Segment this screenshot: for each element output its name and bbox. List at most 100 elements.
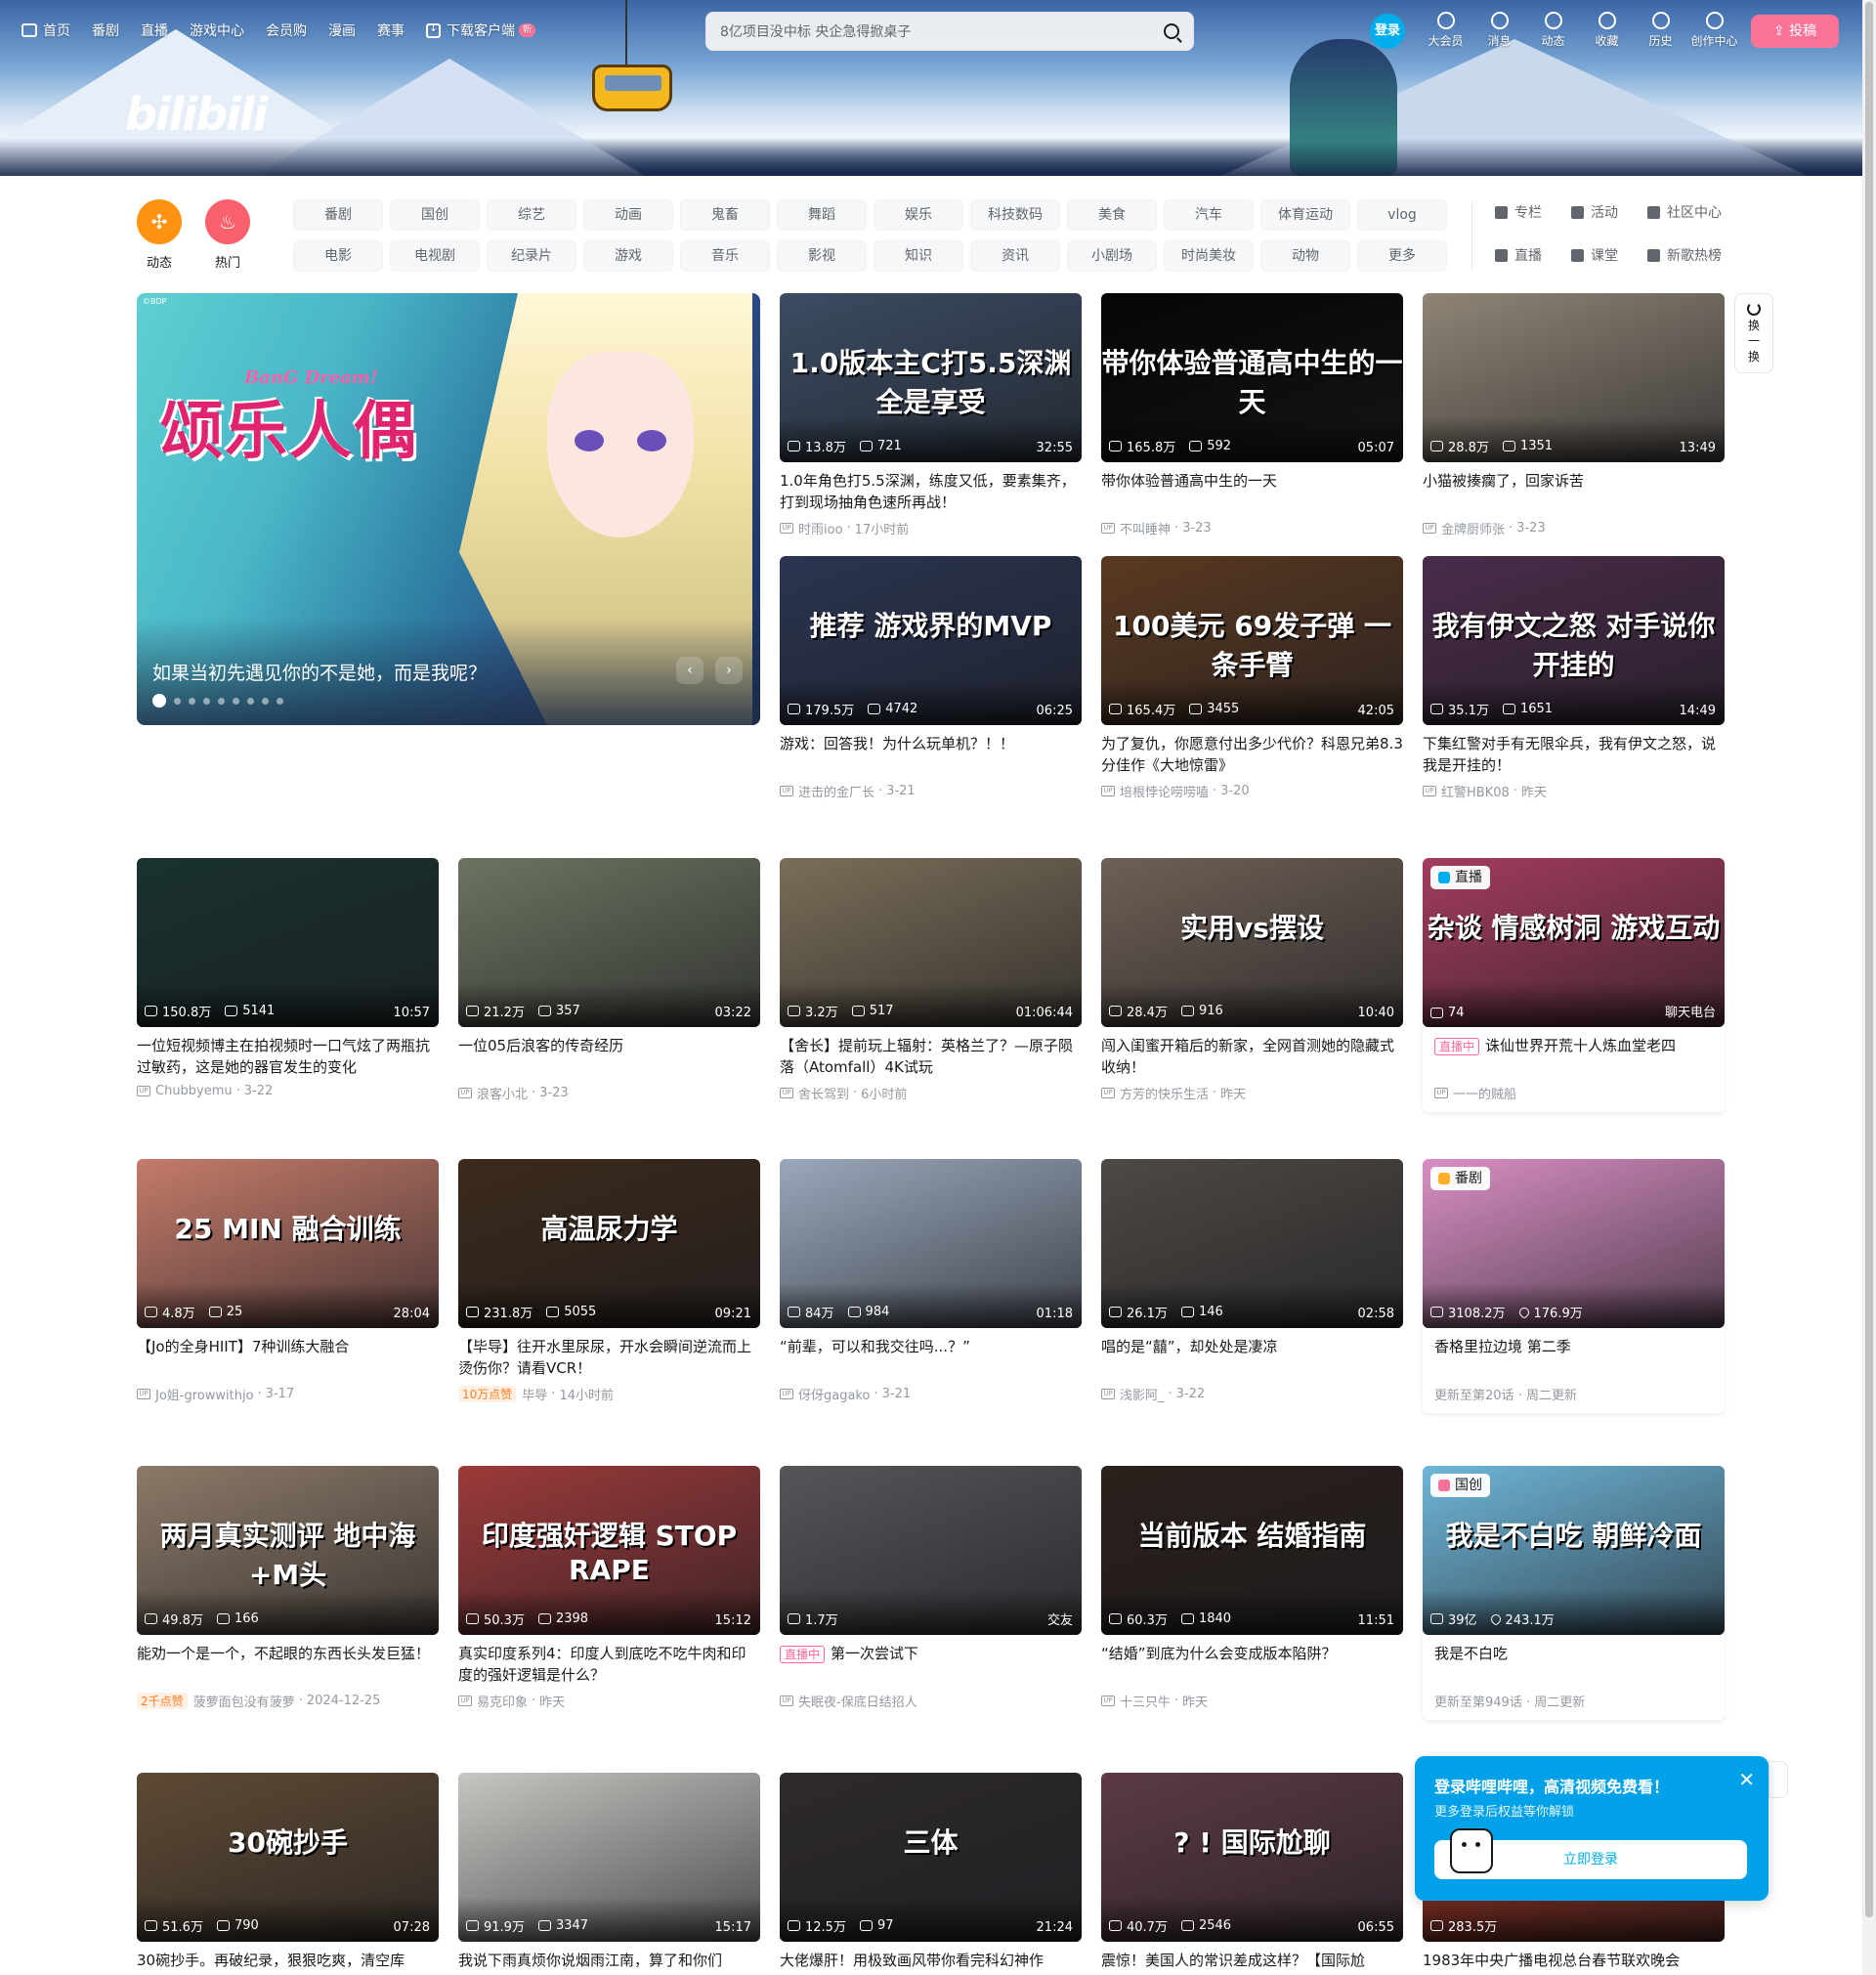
carousel-dot[interactable] xyxy=(247,697,254,705)
video-thumbnail[interactable]: 100美元 69发子弹 一条手臂 165.4万 3455 42:05 xyxy=(1101,556,1403,725)
channel-extra-link[interactable]: 活动 xyxy=(1571,201,1647,223)
carousel-caption[interactable]: 如果当初先遇见你的不是她，而是我呢？ xyxy=(152,659,487,685)
video-card[interactable]: 两月真实测评 地中海+M头 49.8万 166 能劝一个是一个，不起眼的东西长头发巨猛… xyxy=(137,1466,439,1710)
uploader-name[interactable]: 浪客小北 xyxy=(477,1084,528,1102)
uploader-name[interactable]: 红警HBK08 xyxy=(1441,782,1510,800)
uploader-name[interactable]: 伢伢gagako xyxy=(798,1385,870,1403)
video-title[interactable]: 【Jo的全身HIIT】7种训练大融合 xyxy=(137,1336,439,1379)
video-thumbnail[interactable]: 带你体验普通高中生的一天 165.8万 592 05:07 xyxy=(1101,293,1403,462)
channel-chip[interactable]: 舞蹈 xyxy=(777,199,867,231)
video-title[interactable]: 真实印度系列4：印度人到底吃不吃牛肉和印度的强奸逻辑是什么？ xyxy=(458,1643,760,1686)
channel-chip[interactable]: 纪录片 xyxy=(487,240,576,272)
carousel-dot[interactable] xyxy=(152,694,166,708)
channel-chip[interactable]: 时尚美妆 xyxy=(1164,240,1254,272)
video-thumbnail[interactable]: 两月真实测评 地中海+M头 49.8万 166 xyxy=(137,1466,439,1635)
video-card[interactable]: 杂谈 情感树洞 游戏互动 直播 74 聊天电台 直播中 诛仙世界开荒十人炼血堂老四 UP 一一… xyxy=(1423,858,1725,1112)
video-card[interactable]: 推荐 游戏界的MVP 179.5万 4742 06:25 游戏：回答我！为什么玩单机？！… xyxy=(780,556,1082,800)
video-card[interactable]: 84万 984 01:18 “前辈，可以和我交往吗...？” UP 伢伢gagako · … xyxy=(780,1159,1082,1403)
uploader-name[interactable]: 不叫睡神 xyxy=(1120,519,1171,537)
video-thumbnail[interactable]: 25 MIN 融合训练 4.8万 25 28:04 xyxy=(137,1159,439,1328)
video-thumbnail[interactable]: 我有伊文之怒 对手说你开挂的 35.1万 1651 14:49 xyxy=(1423,556,1725,725)
upload-button[interactable]: ⇪ 投稿 xyxy=(1751,15,1839,48)
video-thumbnail[interactable]: 26.1万 146 02:58 xyxy=(1101,1159,1403,1328)
video-thumbnail[interactable]: ? ! 国际尬聊 40.7万 2546 06:55 xyxy=(1101,1773,1403,1942)
nav-game-center[interactable]: 游戏中心 xyxy=(190,21,244,40)
search-input[interactable] xyxy=(720,21,1130,44)
video-title[interactable]: 直播中 第一次尝试下 xyxy=(780,1643,1082,1686)
video-title[interactable]: 【舍长】提前玩上辐射：英格兰了？—原子陨落（Atomfall）4K试玩 xyxy=(780,1035,1082,1078)
video-thumbnail[interactable]: 28.8万 1351 13:49 xyxy=(1423,293,1725,462)
bilibili-logo[interactable]: bilibili xyxy=(125,88,268,141)
nav-dynamic[interactable]: 动态 xyxy=(1526,12,1580,49)
channel-chip[interactable]: 小剧场 xyxy=(1067,240,1157,272)
video-thumbnail[interactable]: 1.7万 交友 xyxy=(780,1466,1082,1635)
close-icon[interactable]: ✕ xyxy=(1738,1768,1755,1791)
channel-chip[interactable]: 游戏 xyxy=(583,240,673,272)
nav-message[interactable]: 消息 xyxy=(1472,12,1526,49)
side-float-button[interactable] xyxy=(1769,1761,1788,1798)
video-title[interactable]: 我是不白吃 xyxy=(1423,1643,1725,1686)
channel-chip[interactable]: 鬼畜 xyxy=(680,199,770,231)
video-card[interactable]: 番剧 3108.2万 176.9万 香格里拉边境 第二季 更新至第20话 · 周二更新 xyxy=(1423,1159,1725,1413)
channel-hot-button[interactable]: ♨ xyxy=(205,199,250,244)
video-card[interactable]: 实用vs摆设 28.4万 916 10:40 闯入闺蜜开箱后的新家，全网首测她的隐藏式收… xyxy=(1101,858,1403,1102)
video-title[interactable]: 唱的是“囍”，却处处是凄凉 xyxy=(1101,1336,1403,1379)
carousel-dot[interactable] xyxy=(218,697,225,705)
uploader-name[interactable]: Chubbyemu xyxy=(155,1084,233,1098)
video-title[interactable]: 闯入闺蜜开箱后的新家，全网首测她的隐藏式收纳！ xyxy=(1101,1035,1403,1078)
video-title[interactable]: 【毕导】往开水里尿尿，开水会瞬间逆流而上烫伤你？请看VCR！ xyxy=(458,1336,760,1379)
channel-chip[interactable]: 娱乐 xyxy=(874,199,963,231)
channel-more-button[interactable]: 更多 xyxy=(1357,240,1447,272)
video-thumbnail[interactable]: 30碗抄手 51.6万 790 07:28 xyxy=(137,1773,439,1942)
video-title[interactable]: 我说下雨真烦你说烟雨江南，算了和你们 xyxy=(458,1950,760,1975)
login-avatar-button[interactable]: 登录 xyxy=(1370,14,1405,49)
featured-carousel[interactable]: ©BDP BanG Dream! 颂乐人偶 如果当初先遇见你的不是她，而是我呢？… xyxy=(137,293,760,725)
channel-extra-link[interactable]: 课堂 xyxy=(1571,244,1647,266)
video-thumbnail[interactable]: 三体 12.5万 97 21:24 xyxy=(780,1773,1082,1942)
video-title[interactable]: 直播中 诛仙世界开荒十人炼血堂老四 xyxy=(1423,1035,1725,1078)
video-title[interactable]: 震惊！美国人的常识差成这样？【国际尬 xyxy=(1101,1950,1403,1975)
video-card[interactable]: 1.0版本主C打5.5深渊 全是享受 13.8万 721 32:55 1.0年角色打5.… xyxy=(780,293,1082,537)
video-card[interactable]: 150.8万 5141 10:57 一位短视频博主在拍视频时一口气炫了两瓶抗过敏药，这… xyxy=(137,858,439,1098)
uploader-name[interactable]: Jo姐-growwithjo xyxy=(155,1385,254,1403)
carousel-next-button[interactable]: › xyxy=(715,657,743,684)
video-card[interactable]: 我有伊文之怒 对手说你开挂的 35.1万 1651 14:49 下集红警对手有无限伞兵，… xyxy=(1423,556,1725,800)
channel-chip[interactable]: 资讯 xyxy=(970,240,1060,272)
channel-chip[interactable]: 番剧 xyxy=(293,199,383,231)
uploader-name[interactable]: 时雨ioo xyxy=(798,519,843,537)
video-card[interactable]: 91.9万 3347 15:17 我说下雨真烦你说烟雨江南，算了和你们 xyxy=(458,1773,760,1975)
channel-chip[interactable]: 综艺 xyxy=(487,199,576,231)
nav-live[interactable]: 直播 xyxy=(141,21,168,40)
video-title[interactable]: 一位短视频博主在拍视频时一口气炫了两瓶抗过敏药，这是她的器官发生的变化 xyxy=(137,1035,439,1078)
nav-manga[interactable]: 漫画 xyxy=(328,21,356,40)
search-icon[interactable] xyxy=(1164,23,1179,39)
video-title[interactable]: 游戏：回答我！为什么玩单机？！！ xyxy=(780,733,1082,776)
video-card[interactable]: 25 MIN 融合训练 4.8万 25 28:04 【Jo的全身HIIT】7种训练大融合… xyxy=(137,1159,439,1403)
video-title[interactable]: “结婚”到底为什么会变成版本陷阱？ xyxy=(1101,1643,1403,1686)
video-card[interactable]: 高温尿力学 231.8万 5055 09:21 【毕导】往开水里尿尿，开水会瞬间逆流而上… xyxy=(458,1159,760,1403)
video-title[interactable]: 下集红警对手有无限伞兵，我有伊文之怒，说我是开挂的！ xyxy=(1423,733,1725,776)
carousel-prev-button[interactable]: ‹ xyxy=(676,657,704,684)
nav-vip[interactable]: 大会员 xyxy=(1419,12,1472,49)
video-title[interactable]: 能劝一个是一个，不起眼的东西长头发巨猛！ xyxy=(137,1643,439,1686)
channel-chip[interactable]: 科技数码 xyxy=(970,199,1060,231)
video-thumbnail[interactable]: 番剧 3108.2万 176.9万 xyxy=(1423,1159,1725,1328)
refresh-button[interactable]: 换一换 xyxy=(1734,293,1773,373)
nav-history[interactable]: 历史 xyxy=(1634,12,1687,49)
video-thumbnail[interactable]: 高温尿力学 231.8万 5055 09:21 xyxy=(458,1159,760,1328)
video-card[interactable]: 28.8万 1351 13:49 小猫被揍瘸了，回家诉苦 UP 金牌厨师张 · 3-23 xyxy=(1423,293,1725,537)
video-thumbnail[interactable]: 我是不白吃 朝鲜冷面 国创 39亿 243.1万 xyxy=(1423,1466,1725,1635)
nav-mall[interactable]: 会员购 xyxy=(266,21,307,40)
nav-match[interactable]: 赛事 xyxy=(377,21,405,40)
carousel-dot[interactable] xyxy=(277,697,283,705)
uploader-name[interactable]: 金牌厨师张 xyxy=(1441,519,1505,537)
video-thumbnail[interactable]: 3.2万 517 01:06:44 xyxy=(780,858,1082,1027)
video-card[interactable]: 3.2万 517 01:06:44 【舍长】提前玩上辐射：英格兰了？—原子陨落（Ato… xyxy=(780,858,1082,1102)
channel-chip[interactable]: 汽车 xyxy=(1164,199,1254,231)
channel-chip[interactable]: 电视剧 xyxy=(390,240,480,272)
carousel-dot[interactable] xyxy=(203,697,210,705)
nav-creator[interactable]: 创作中心 xyxy=(1687,12,1741,49)
video-thumbnail[interactable]: 实用vs摆设 28.4万 916 10:40 xyxy=(1101,858,1403,1027)
video-title[interactable]: 带你体验普通高中生的一天 xyxy=(1101,470,1403,513)
channel-dynamic-button[interactable]: ✣ xyxy=(137,199,182,244)
